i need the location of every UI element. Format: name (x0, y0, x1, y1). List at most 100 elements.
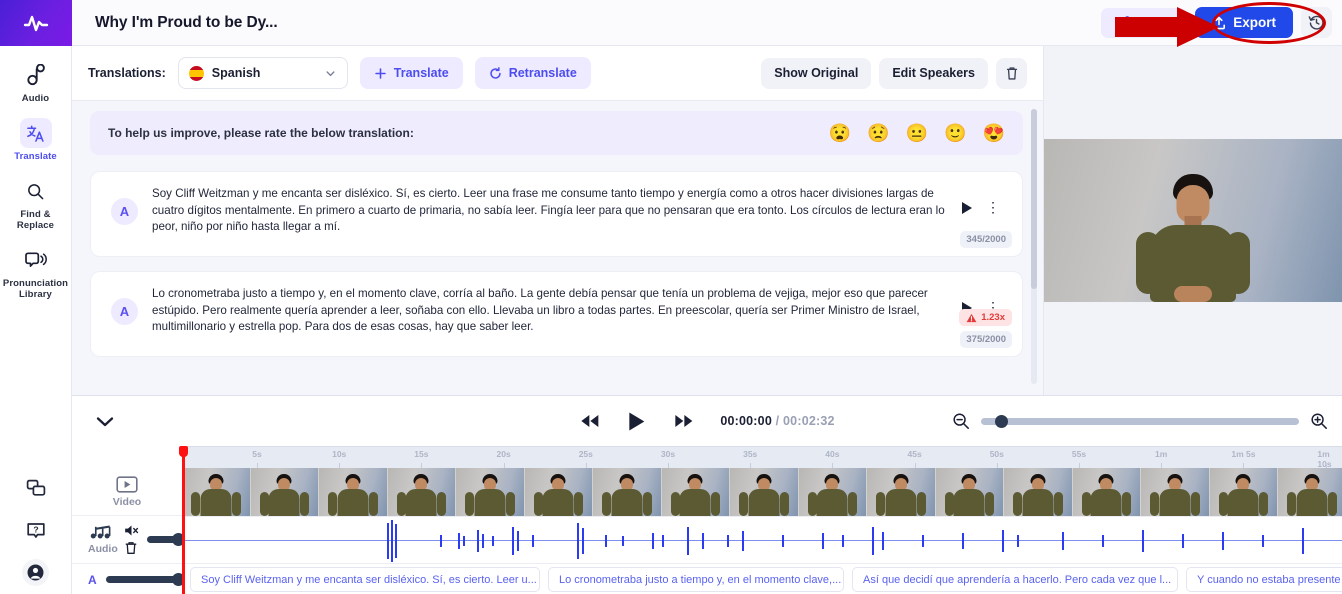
subtitle-volume-slider[interactable] (106, 576, 182, 583)
waveform-bar (1182, 534, 1184, 548)
waveform-bar (962, 533, 964, 548)
share-button[interactable]: Share (1101, 8, 1187, 38)
video-preview[interactable] (1044, 139, 1342, 302)
waveform-bar (1262, 535, 1264, 548)
timeline-ruler[interactable]: 5s10s15s20s25s30s35s40s45s50s55s1m1m 5s1… (182, 446, 1342, 468)
skip-back-icon[interactable] (579, 413, 601, 429)
subtitle-clip[interactable]: Así que decidí que aprendería a hacerlo.… (852, 567, 1178, 592)
mute-icon[interactable] (124, 524, 139, 537)
segment-card[interactable]: A Lo cronometraba justo a tiempo y, en e… (90, 271, 1023, 357)
segment-card[interactable]: A Soy Cliff Weitzman y me encanta ser di… (90, 171, 1023, 257)
ruler-tick-label: 5s (252, 449, 261, 459)
ruler-tick-label: 25s (579, 449, 593, 459)
sidebar-item-translate[interactable]: Translate (0, 104, 72, 162)
refresh-icon (489, 67, 502, 80)
filmstrip-thumbnail[interactable] (662, 468, 731, 516)
playhead[interactable] (182, 446, 185, 594)
subtitle-clip[interactable]: Y cuando no estaba presente (1186, 567, 1342, 592)
track-lanes: Soy Cliff Weitzman y me encanta ser disl… (182, 468, 1342, 594)
zoom-slider-thumb[interactable] (995, 415, 1008, 428)
waveform-bar (782, 535, 784, 548)
waveform-bar (742, 531, 744, 551)
filmstrip-thumbnail[interactable] (799, 468, 868, 516)
sidebar-item-help[interactable]: ? (0, 503, 72, 546)
rating-emoji-2[interactable]: 😟 (867, 124, 889, 142)
waveform-bar (1302, 528, 1304, 553)
filmstrip-thumbnail[interactable] (182, 468, 251, 516)
video-filmstrip-track[interactable] (182, 468, 1342, 516)
filmstrip-thumbnail[interactable] (251, 468, 320, 516)
filmstrip-thumbnail[interactable] (525, 468, 594, 516)
play-icon[interactable] (627, 411, 646, 432)
audio-waveform-track[interactable] (182, 516, 1342, 564)
playhead-handle[interactable] (179, 446, 188, 457)
zoom-slider[interactable] (981, 418, 1299, 425)
show-original-button[interactable]: Show Original (761, 58, 871, 89)
audio-volume-slider[interactable] (147, 536, 182, 543)
chevron-down-icon (324, 67, 337, 80)
top-bar: Why I'm Proud to be Dy... Share Export (72, 0, 1342, 46)
sidebar-item-feedback[interactable] (0, 460, 72, 503)
filmstrip-thumbnail[interactable] (456, 468, 525, 516)
filmstrip-thumbnail[interactable] (1210, 468, 1279, 516)
filmstrip-thumbnail[interactable] (1073, 468, 1142, 516)
filmstrip-thumbnail[interactable] (1278, 468, 1342, 516)
speaker-avatar: A (111, 198, 138, 225)
kebab-menu-icon[interactable]: ⋮ (986, 202, 1001, 213)
filmstrip-thumbnail[interactable] (730, 468, 799, 516)
ruler-tick-label: 30s (661, 449, 675, 459)
waveform-bar (662, 535, 664, 548)
waveform-bar (492, 536, 494, 546)
subtitle-clip[interactable]: Lo cronometraba justo a tiempo y, en el … (548, 567, 844, 592)
subtitle-clip[interactable]: Soy Cliff Weitzman y me encanta ser disl… (190, 567, 540, 592)
filmstrip-thumbnail[interactable] (936, 468, 1005, 516)
sidebar-item-audio-label: Audio (22, 93, 49, 104)
segment-text[interactable]: Lo cronometraba justo a tiempo y, en el … (152, 286, 962, 346)
sidebar-item-pronunciation-library[interactable]: Pronunciation Library (0, 231, 72, 300)
export-button[interactable]: Export (1195, 7, 1293, 38)
waveform-bar (463, 536, 465, 546)
segment-text[interactable]: Soy Cliff Weitzman y me encanta ser disl… (152, 186, 962, 246)
filmstrip-thumbnail[interactable] (867, 468, 936, 516)
zoom-out-icon[interactable] (952, 412, 970, 430)
filmstrip-thumbnail[interactable] (319, 468, 388, 516)
editor-scrollbar-thumb[interactable] (1031, 109, 1037, 289)
filmstrip-thumbnail[interactable] (388, 468, 457, 516)
video-preview-pane (1043, 46, 1342, 395)
chevron-down-icon[interactable] (94, 414, 116, 429)
rating-emoji-group: 😧 😟 😐 🙂 😍 (829, 124, 1005, 142)
subtitle-track[interactable]: Soy Cliff Weitzman y me encanta ser disl… (182, 564, 1342, 594)
app-logo[interactable] (0, 0, 72, 46)
waveform-bar (687, 527, 689, 555)
subtitle-track-label: A (72, 564, 182, 594)
waveform-bar (458, 533, 460, 550)
skip-forward-icon[interactable] (672, 413, 694, 429)
filmstrip-thumbnail[interactable] (1004, 468, 1073, 516)
play-icon[interactable] (962, 202, 972, 214)
filmstrip-thumbnail[interactable] (593, 468, 662, 516)
filmstrip-thumbnail[interactable] (1141, 468, 1210, 516)
rating-emoji-3[interactable]: 😐 (906, 124, 928, 142)
rating-emoji-5[interactable]: 😍 (983, 124, 1005, 142)
rating-emoji-4[interactable]: 🙂 (944, 124, 966, 142)
trash-icon[interactable] (124, 541, 138, 555)
audio-note-icon (20, 60, 52, 90)
timeline-panel: 00:00:00 / 00:02:32 5s10s15s (72, 395, 1342, 594)
delete-translation-button[interactable] (996, 58, 1027, 89)
retranslate-button[interactable]: Retranslate (475, 57, 591, 89)
translate-button[interactable]: Translate (360, 57, 463, 89)
version-history-button[interactable] (1301, 7, 1332, 38)
sidebar-item-audio[interactable]: Audio (0, 46, 72, 104)
edit-speakers-button[interactable]: Edit Speakers (879, 58, 988, 89)
sidebar-item-find-replace[interactable]: Find & Replace (0, 162, 72, 231)
translations-toolbar: Translations: Spanish Translate Retransl… (72, 46, 1043, 101)
sidebar-item-account[interactable] (0, 546, 72, 586)
waveform-bar (922, 535, 924, 548)
translation-editor: To help us improve, please rate the belo… (72, 101, 1043, 395)
audio-track-label: Audio (72, 516, 182, 564)
upload-icon (1212, 16, 1226, 30)
search-icon (20, 176, 52, 206)
rating-emoji-1[interactable]: 😧 (829, 124, 851, 142)
zoom-in-icon[interactable] (1310, 412, 1328, 430)
language-select[interactable]: Spanish (178, 57, 348, 89)
